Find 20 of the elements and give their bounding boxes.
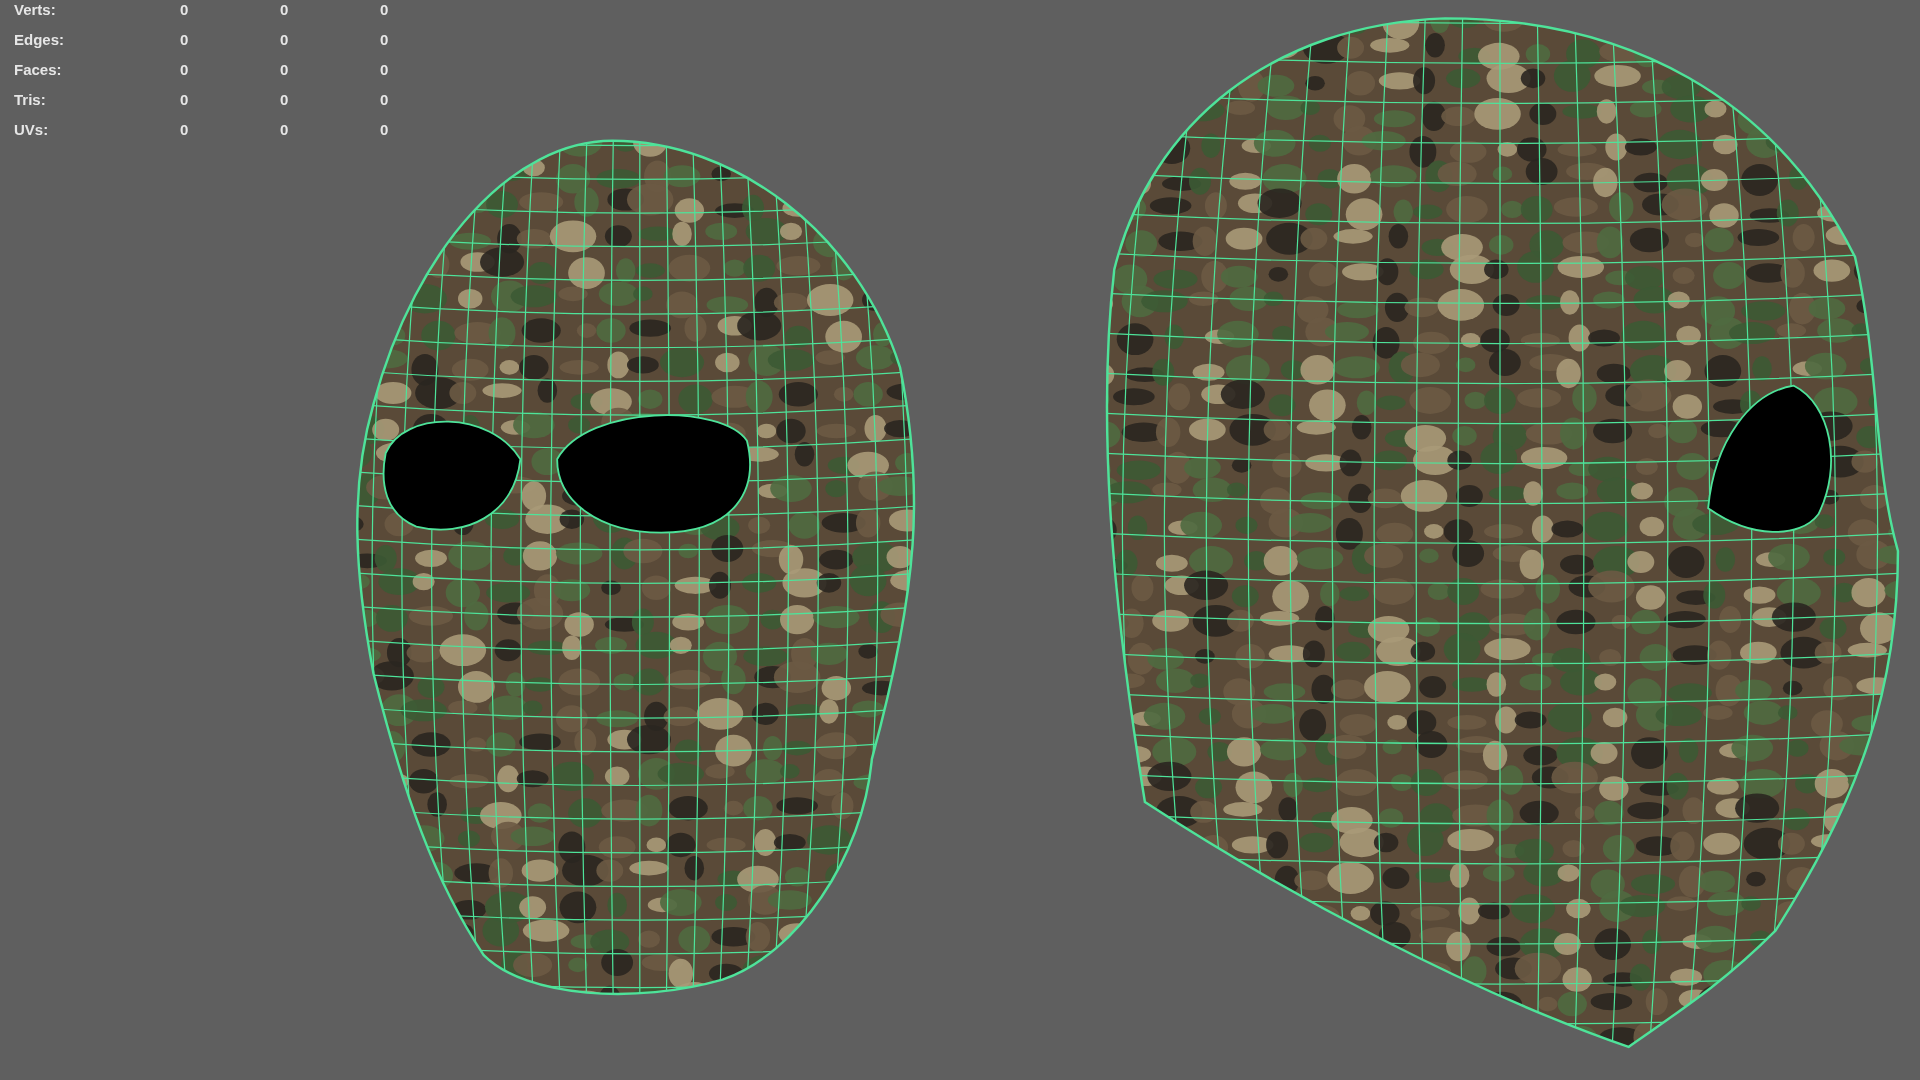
stat-value: 0	[380, 90, 390, 110]
stat-value: 0	[280, 30, 290, 50]
stat-value: 0	[380, 120, 390, 140]
stat-label: Edges:	[14, 30, 65, 50]
stat-value: 0	[380, 0, 390, 20]
stat-value: 0	[380, 30, 390, 50]
stat-value: 0	[180, 30, 190, 50]
stat-value: 0	[280, 60, 290, 80]
stat-label: Tris:	[14, 90, 47, 110]
stat-value: 0	[380, 60, 390, 80]
stat-label: Verts:	[14, 0, 57, 20]
stat-value: 0	[180, 90, 190, 110]
stat-value: 0	[180, 60, 190, 80]
stat-label: UVs:	[14, 120, 50, 140]
stat-value: 0	[280, 90, 290, 110]
stat-value: 0	[280, 120, 290, 140]
stat-value: 0	[180, 0, 190, 20]
stat-value: 0	[280, 0, 290, 20]
stat-label: Faces:	[14, 60, 63, 80]
stat-value: 0	[180, 120, 190, 140]
